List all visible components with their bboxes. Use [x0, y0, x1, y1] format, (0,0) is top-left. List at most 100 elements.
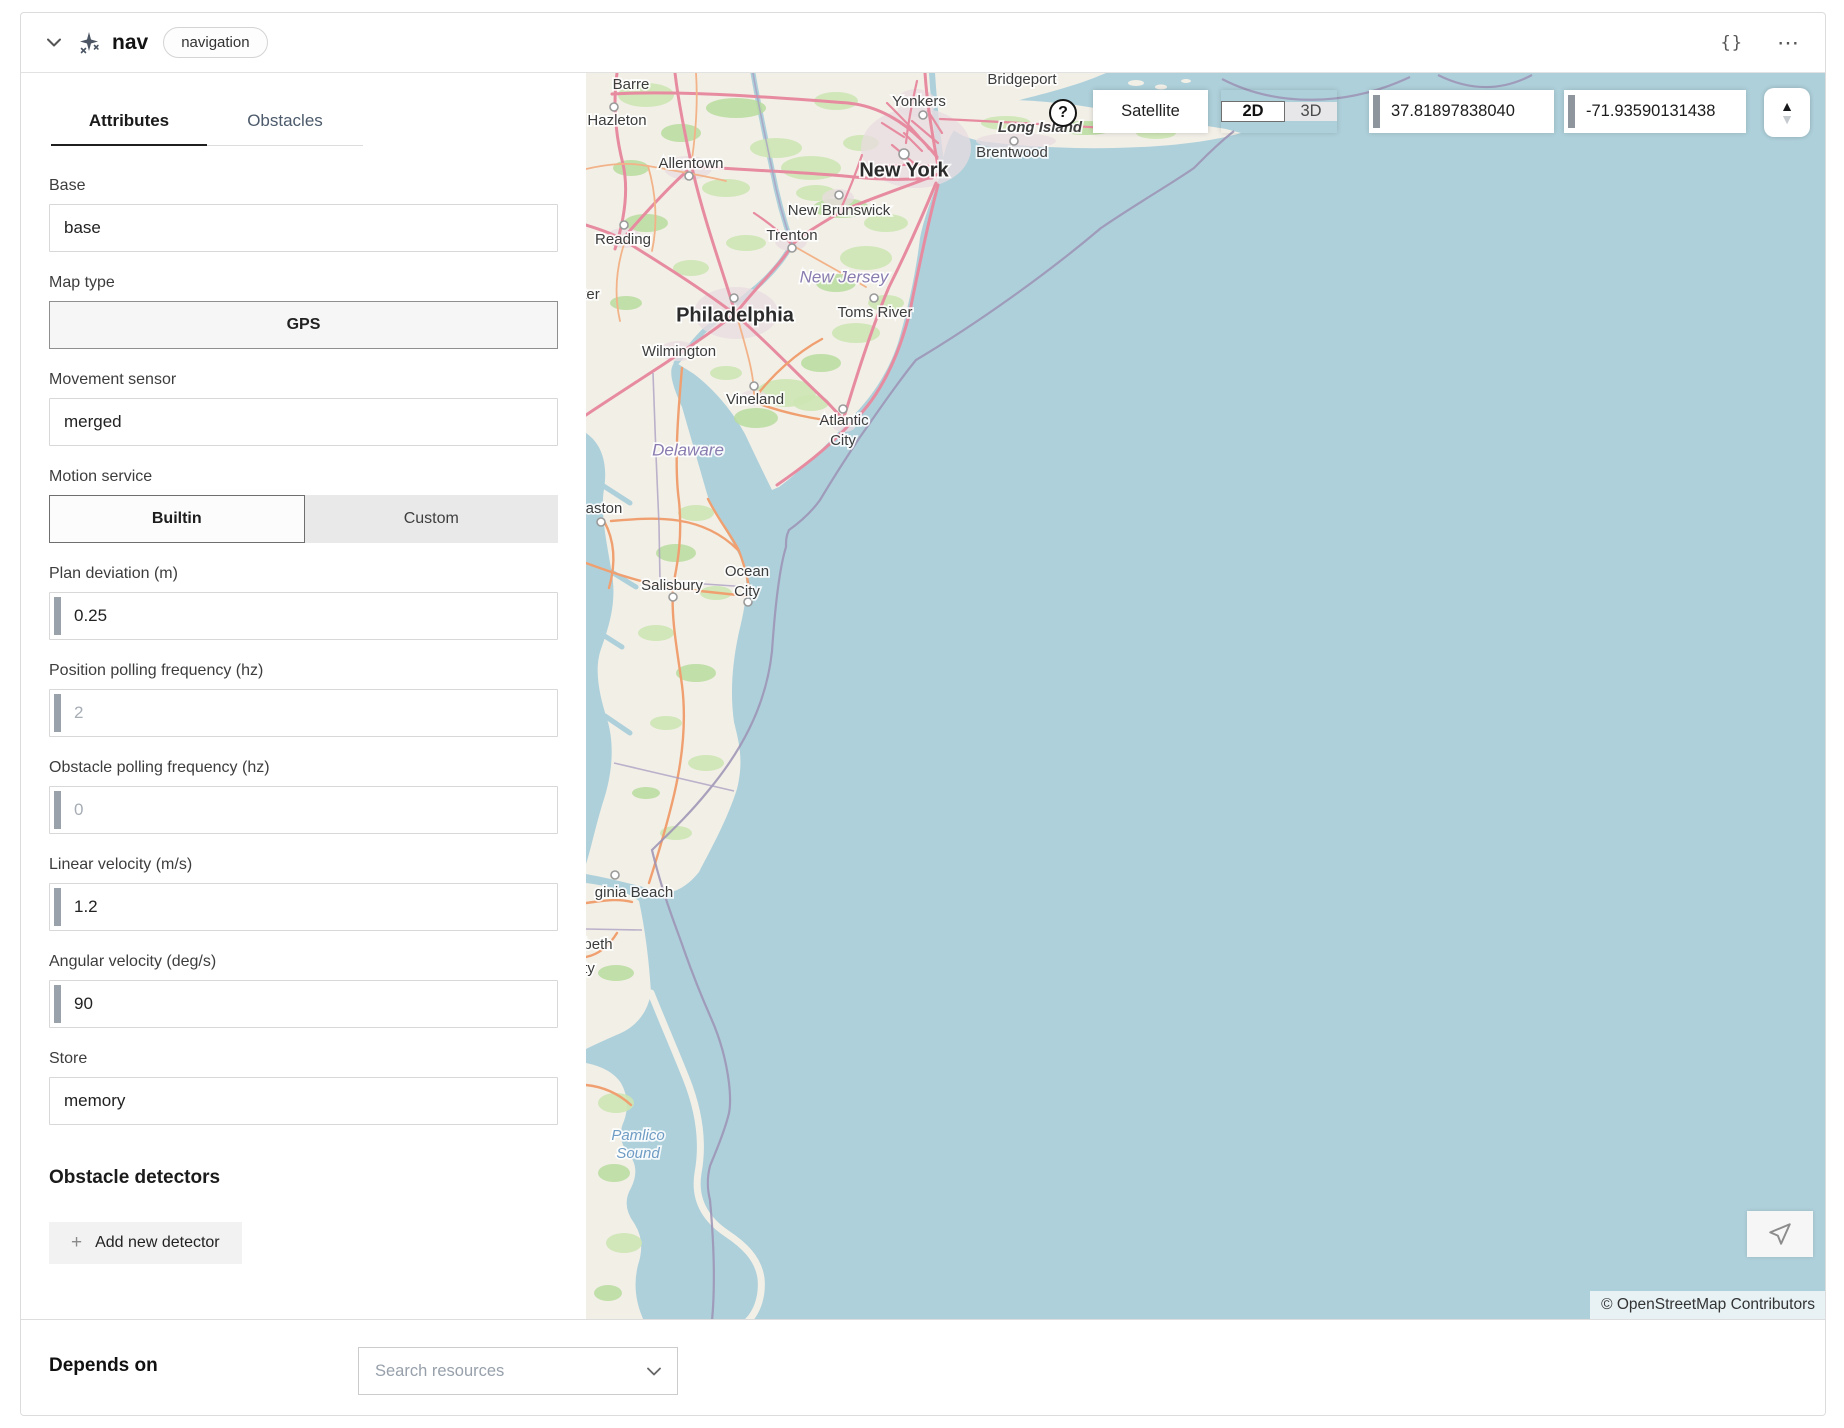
city-dot	[835, 191, 843, 199]
map-label: Wilmington	[642, 343, 716, 360]
base-input[interactable]	[49, 204, 558, 252]
map-label: Atlantic	[819, 412, 869, 429]
field-map-type: Map type GPS	[49, 273, 558, 349]
city-dot	[899, 149, 909, 159]
city-dot	[919, 111, 927, 119]
map-label: New York	[859, 159, 949, 181]
resource-title: nav	[112, 31, 148, 55]
map-label: Allentown	[658, 155, 723, 172]
movement-sensor-input[interactable]	[49, 398, 558, 446]
map-label: aston	[586, 500, 622, 517]
map-label: Vineland	[726, 391, 784, 408]
linear-velocity-input[interactable]	[49, 883, 558, 931]
map-label: Pamlico	[611, 1127, 664, 1144]
longitude-input[interactable]	[1564, 90, 1746, 133]
map-attribution: © OpenStreetMap Contributors	[1590, 1291, 1826, 1321]
city-dot	[597, 518, 605, 526]
field-store: Store	[49, 1049, 558, 1125]
field-position-polling: Position polling frequency (hz)	[49, 661, 558, 737]
city-dot	[610, 103, 618, 111]
search-resources-placeholder: Search resources	[375, 1362, 647, 1381]
map-type-gps-button[interactable]: GPS	[49, 301, 558, 349]
map-3d-button[interactable]: 3D	[1285, 102, 1337, 121]
tab-attributes[interactable]: Attributes	[51, 111, 207, 146]
add-detector-label: Add new detector	[95, 1234, 220, 1252]
linear-velocity-label: Linear velocity (m/s)	[49, 855, 558, 874]
plus-icon: +	[71, 1232, 82, 1254]
map-label: City	[734, 583, 760, 600]
panel-tabs: Attributes Obstacles	[51, 111, 363, 146]
map-svg: BarreHazletonAllentownYonkersBridgeportL…	[586, 73, 1826, 1321]
field-linear-velocity: Linear velocity (m/s)	[49, 855, 558, 931]
map-canvas[interactable]: BarreHazletonAllentownYonkersBridgeportL…	[586, 73, 1826, 1321]
motion-service-custom[interactable]: Custom	[305, 495, 559, 543]
map-label: ginia Beach	[595, 884, 673, 901]
overflow-menu-button[interactable]: ⋯	[1777, 38, 1799, 48]
field-movement-sensor: Movement sensor	[49, 370, 558, 446]
obstacle-polling-label: Obstacle polling frequency (hz)	[49, 758, 558, 777]
map-label: Delaware	[652, 440, 724, 459]
tab-obstacles[interactable]: Obstacles	[207, 111, 363, 146]
depends-on-select[interactable]: Search resources	[358, 1347, 678, 1395]
city-dot	[870, 294, 878, 302]
resource-type-badge: navigation	[163, 27, 267, 58]
plan-deviation-input[interactable]	[49, 592, 558, 640]
movement-sensor-label: Movement sensor	[49, 370, 558, 389]
map-label: ter	[586, 286, 600, 303]
motion-service-builtin[interactable]: Builtin	[49, 495, 305, 543]
card-body: Attributes Obstacles Base Map type GPS M…	[21, 73, 1825, 1321]
base-label: Base	[49, 176, 558, 195]
field-base: Base	[49, 176, 558, 252]
obstacle-detectors-heading: Obstacle detectors	[49, 1167, 558, 1189]
motion-service-label: Motion service	[49, 467, 558, 486]
map-label: Trenton	[766, 227, 817, 244]
collapse-chevron-icon[interactable]	[47, 36, 61, 50]
satellite-toggle-button[interactable]: Satellite	[1093, 90, 1208, 133]
location-arrow-icon	[1767, 1221, 1793, 1247]
map-label: Brentwood	[976, 144, 1048, 161]
city-dot	[730, 294, 738, 302]
map-2d-button[interactable]: 2D	[1221, 101, 1285, 122]
map-label: Philadelphia	[676, 304, 795, 326]
resource-card: nav navigation {} ⋯ Attributes Obstacles…	[20, 12, 1826, 1416]
store-label: Store	[49, 1049, 558, 1068]
store-input[interactable]	[49, 1077, 558, 1125]
locate-button[interactable]	[1747, 1211, 1813, 1257]
number-input-bar	[1373, 95, 1380, 128]
position-polling-input[interactable]	[49, 689, 558, 737]
map-label: New Jersey	[800, 267, 890, 286]
depends-on-heading: Depends on	[49, 1355, 158, 1377]
map-type-label: Map type	[49, 273, 558, 292]
zoom-stepper[interactable]: ▲ ▼	[1764, 88, 1810, 137]
plan-deviation-label: Plan deviation (m)	[49, 564, 558, 583]
position-polling-label: Position polling frequency (hz)	[49, 661, 558, 680]
map-label: New Brunswick	[788, 202, 891, 219]
map-label: Hazleton	[587, 112, 646, 129]
angular-velocity-input[interactable]	[49, 980, 558, 1028]
number-input-bar	[1568, 95, 1575, 128]
map-label: Ocean	[725, 563, 769, 580]
map-help-button[interactable]: ?	[1049, 99, 1077, 127]
map-label: Salisbury	[641, 577, 703, 594]
navigation-service-icon	[77, 31, 101, 55]
city-dot	[685, 172, 693, 180]
longitude-field	[1564, 90, 1746, 133]
angular-velocity-label: Angular velocity (deg/s)	[49, 952, 558, 971]
field-obstacle-polling: Obstacle polling frequency (hz)	[49, 758, 558, 834]
map-label: Yonkers	[892, 93, 946, 110]
city-dot	[750, 382, 758, 390]
field-angular-velocity: Angular velocity (deg/s)	[49, 952, 558, 1028]
map-label: City	[830, 432, 856, 449]
add-detector-button[interactable]: + Add new detector	[49, 1222, 242, 1264]
map-dimension-toggle: 2D 3D	[1221, 90, 1337, 133]
step-down-icon[interactable]: ▼	[1780, 113, 1794, 125]
attributes-panel: Attributes Obstacles Base Map type GPS M…	[21, 73, 586, 1321]
latitude-field	[1369, 90, 1554, 133]
obstacle-polling-input[interactable]	[49, 786, 558, 834]
latitude-input[interactable]	[1369, 90, 1554, 133]
field-plan-deviation: Plan deviation (m)	[49, 564, 558, 640]
field-motion-service: Motion service Builtin Custom	[49, 467, 558, 543]
map-label: Reading	[595, 231, 651, 248]
map-label: Barre	[613, 76, 650, 93]
json-mode-button[interactable]: {}	[1721, 33, 1743, 53]
